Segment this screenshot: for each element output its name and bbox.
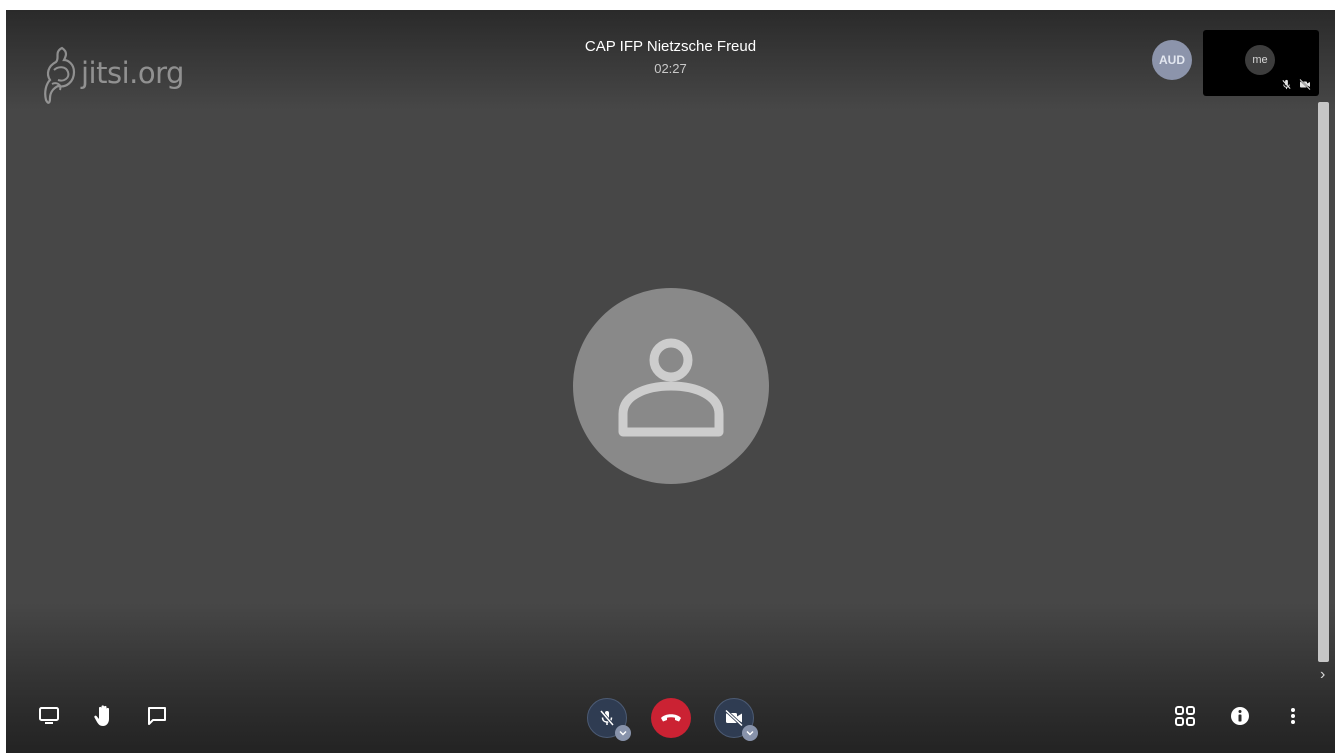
info-icon: [1231, 707, 1249, 725]
monitor-icon: [39, 707, 59, 724]
conference-subject: CAP IFP Nietzsche Freud 02:27: [6, 38, 1335, 76]
filmstrip-toggle-chevron-icon[interactable]: ›: [1320, 666, 1325, 684]
chevron-down-icon: [619, 731, 627, 736]
more-options-button[interactable]: [1279, 702, 1307, 730]
user-icon: [618, 338, 724, 437]
video-stage: jitsi.org CAP IFP Nietzsche Freud 02:27 …: [6, 10, 1335, 753]
camera-off-icon: [724, 709, 744, 727]
conference-title: CAP IFP Nietzsche Freud: [584, 38, 757, 55]
raise-hand-button[interactable]: [90, 702, 118, 730]
chat-bubble-icon: [148, 707, 166, 725]
local-status-indicators: [1281, 79, 1311, 90]
audio-settings-caret[interactable]: [615, 725, 631, 741]
tile-view-button[interactable]: [1171, 702, 1199, 730]
chevron-down-icon: [746, 731, 754, 736]
info-button[interactable]: [1226, 702, 1254, 730]
local-video-thumbnail[interactable]: me: [1203, 30, 1319, 96]
conference-timer: 02:27: [654, 61, 687, 76]
hand-icon: [94, 705, 109, 726]
screenshare-button[interactable]: [35, 702, 63, 730]
camera-button[interactable]: [714, 698, 758, 741]
local-avatar: me: [1245, 45, 1275, 75]
mic-muted-indicator-icon: [1282, 79, 1291, 90]
microphone-button[interactable]: [587, 698, 631, 741]
hangup-button[interactable]: [651, 698, 691, 738]
filmstrip-scrollbar[interactable]: [1318, 102, 1329, 662]
tile-grid-icon: [1175, 706, 1195, 726]
dominant-speaker-avatar: [573, 288, 769, 484]
mic-off-icon: [599, 710, 615, 726]
video-settings-caret[interactable]: [742, 725, 758, 741]
chat-button[interactable]: [143, 702, 171, 730]
more-vertical-icon: [1291, 708, 1295, 724]
remote-participant-avatar[interactable]: AUD: [1152, 40, 1192, 80]
phone-hangup-icon: [661, 714, 681, 722]
video-muted-indicator-icon: [1299, 79, 1311, 90]
